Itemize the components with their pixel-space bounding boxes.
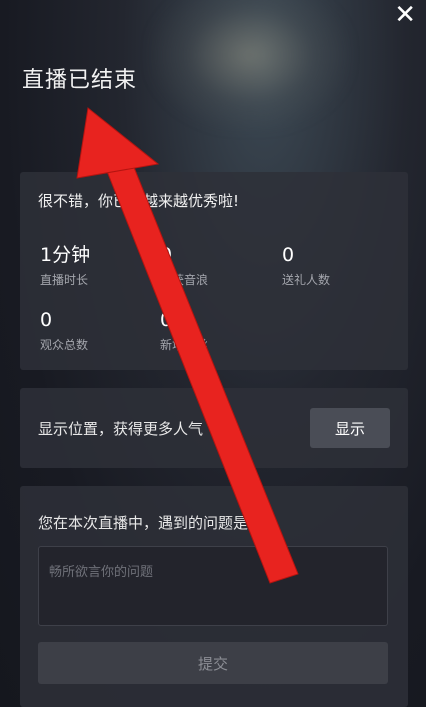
feedback-input[interactable]: 畅所欲言你的问题 xyxy=(38,546,388,626)
close-icon[interactable]: ✕ xyxy=(394,2,416,28)
stat-value: 0 xyxy=(160,244,173,266)
stat-duration: 1分钟 直播时长 xyxy=(40,244,90,288)
stat-value: 0 xyxy=(282,244,295,266)
stat-label: 送礼人数 xyxy=(282,273,331,287)
feedback-heading: 您在本次直播中，遇到的问题是? xyxy=(38,514,256,532)
stat-label: 收获音浪 xyxy=(160,273,209,287)
stat-new-fans: 0 新增粉丝 xyxy=(160,309,208,353)
stat-gifters: 0 送礼人数 xyxy=(282,244,330,288)
feedback-card: 您在本次直播中，遇到的问题是? 畅所欲言你的问题 提交 xyxy=(20,486,408,707)
stat-sound-waves: 0 收获音浪 xyxy=(160,244,208,288)
page-title: 直播已结束 xyxy=(22,68,138,93)
stats-card: 很不错，你已经越来越优秀啦! 1分钟 直播时长 0 收获音浪 0 送礼人数 0 … xyxy=(20,172,408,370)
stat-label: 观众总数 xyxy=(40,338,89,352)
submit-button[interactable]: 提交 xyxy=(38,642,388,684)
stat-value: 1分钟 xyxy=(40,244,91,266)
stat-value: 0 xyxy=(40,309,53,331)
stat-viewers: 0 观众总数 xyxy=(40,309,88,353)
location-card: 显示位置，获得更多人气 显示 xyxy=(20,388,408,468)
location-prompt: 显示位置，获得更多人气 xyxy=(38,420,204,438)
background-blur xyxy=(150,0,350,130)
show-location-button[interactable]: 显示 xyxy=(310,408,390,448)
stats-heading: 很不错，你已经越来越优秀啦! xyxy=(38,192,240,210)
stat-label: 新增粉丝 xyxy=(160,338,209,352)
arrow-head xyxy=(76,107,160,179)
stat-value: 0 xyxy=(160,309,173,331)
stat-label: 直播时长 xyxy=(40,273,89,287)
feedback-placeholder: 畅所欲言你的问题 xyxy=(49,565,154,580)
